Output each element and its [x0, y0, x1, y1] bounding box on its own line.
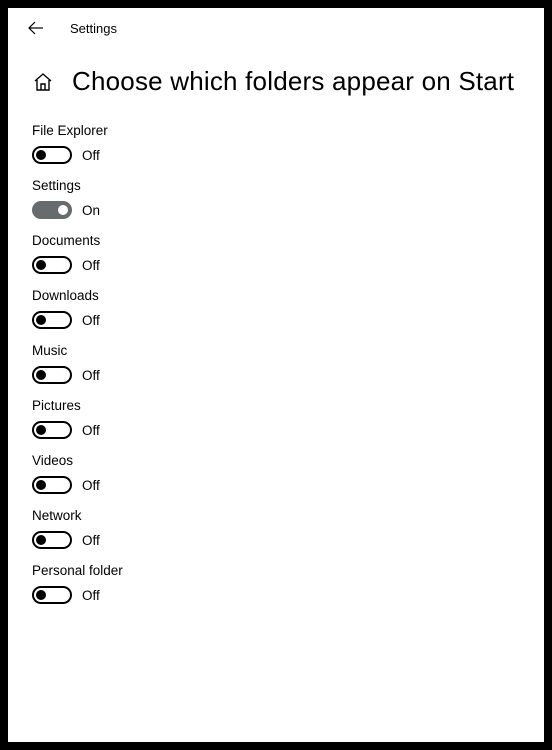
back-button[interactable] — [26, 18, 46, 38]
toggle-state-label: Off — [82, 423, 100, 438]
toggle-label: Network — [32, 508, 520, 523]
toggle-item-downloads: Downloads Off — [32, 288, 520, 329]
toggle-item-settings: Settings On — [32, 178, 520, 219]
toggle-label: Music — [32, 343, 520, 358]
toggle-label: Videos — [32, 453, 520, 468]
toggle-switch-documents[interactable] — [32, 256, 72, 274]
toggle-row: Off — [32, 366, 520, 384]
toggle-row: Off — [32, 531, 520, 549]
toggle-switch-pictures[interactable] — [32, 421, 72, 439]
app-title: Settings — [70, 21, 117, 36]
toggle-switch-file-explorer[interactable] — [32, 146, 72, 164]
settings-window: Settings Choose which folders appear on … — [8, 8, 544, 742]
toggle-row: Off — [32, 146, 520, 164]
home-icon — [33, 72, 53, 92]
toggle-state-label: Off — [82, 533, 100, 548]
toggle-switch-network[interactable] — [32, 531, 72, 549]
toggle-switch-downloads[interactable] — [32, 311, 72, 329]
toggle-label: Personal folder — [32, 563, 520, 578]
toggle-list: File ExplorerOffSettingsOnDocumentsOffDo… — [32, 123, 520, 604]
toggle-state-label: On — [82, 203, 100, 218]
toggle-row: On — [32, 201, 520, 219]
toggle-switch-personal-folder[interactable] — [32, 586, 72, 604]
toggle-state-label: Off — [82, 478, 100, 493]
toggle-switch-music[interactable] — [32, 366, 72, 384]
toggle-label: File Explorer — [32, 123, 520, 138]
toggle-item-documents: Documents Off — [32, 233, 520, 274]
toggle-row: Off — [32, 311, 520, 329]
toggle-label: Pictures — [32, 398, 520, 413]
toggle-switch-settings[interactable] — [32, 201, 72, 219]
toggle-state-label: Off — [82, 588, 100, 603]
back-arrow-icon — [28, 20, 44, 36]
home-button[interactable] — [32, 71, 54, 93]
toggle-label: Downloads — [32, 288, 520, 303]
toggle-row: Off — [32, 256, 520, 274]
toggle-state-label: Off — [82, 368, 100, 383]
toggle-item-network: Network Off — [32, 508, 520, 549]
toggle-state-label: Off — [82, 313, 100, 328]
toggle-item-music: Music Off — [32, 343, 520, 384]
toggle-label: Documents — [32, 233, 520, 248]
toggle-item-personal-folder: Personal folder Off — [32, 563, 520, 604]
toggle-state-label: Off — [82, 258, 100, 273]
toggle-label: Settings — [32, 178, 520, 193]
toggle-row: Off — [32, 586, 520, 604]
toggle-row: Off — [32, 421, 520, 439]
toggle-item-pictures: Pictures Off — [32, 398, 520, 439]
content: Choose which folders appear on Start Fil… — [8, 48, 544, 604]
toggle-item-file-explorer: File Explorer Off — [32, 123, 520, 164]
page-title: Choose which folders appear on Start — [72, 66, 514, 97]
titlebar: Settings — [8, 8, 544, 48]
toggle-item-videos: Videos Off — [32, 453, 520, 494]
header-row: Choose which folders appear on Start — [32, 66, 520, 97]
toggle-row: Off — [32, 476, 520, 494]
toggle-state-label: Off — [82, 148, 100, 163]
toggle-switch-videos[interactable] — [32, 476, 72, 494]
